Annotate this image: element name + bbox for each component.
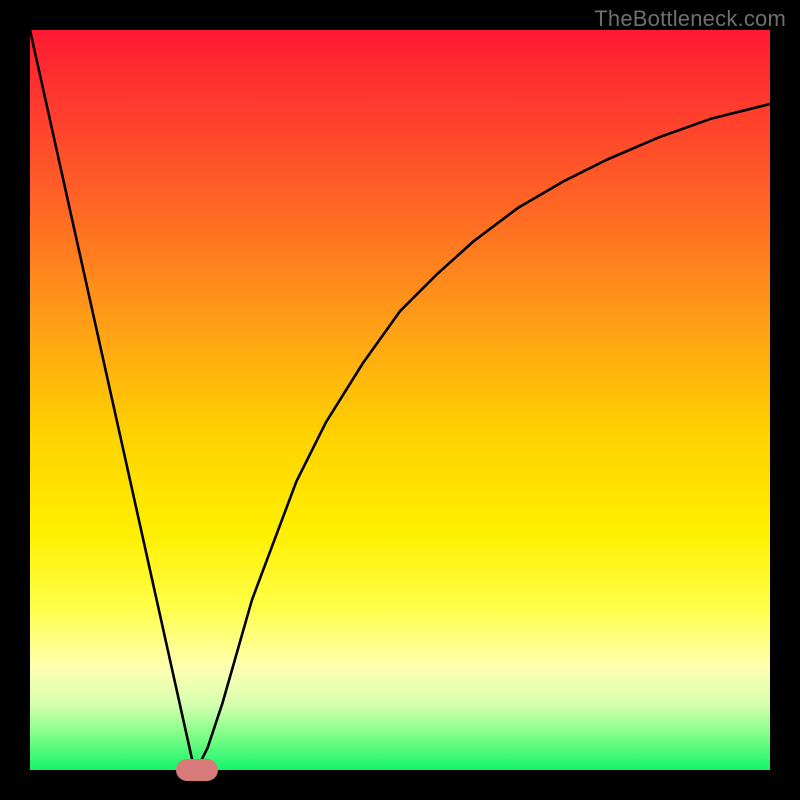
attribution-text: TheBottleneck.com	[594, 6, 786, 32]
chart-frame: TheBottleneck.com	[0, 0, 800, 800]
plot-area	[30, 30, 770, 770]
optimal-point-marker	[176, 759, 218, 781]
bottleneck-curve	[30, 30, 770, 770]
